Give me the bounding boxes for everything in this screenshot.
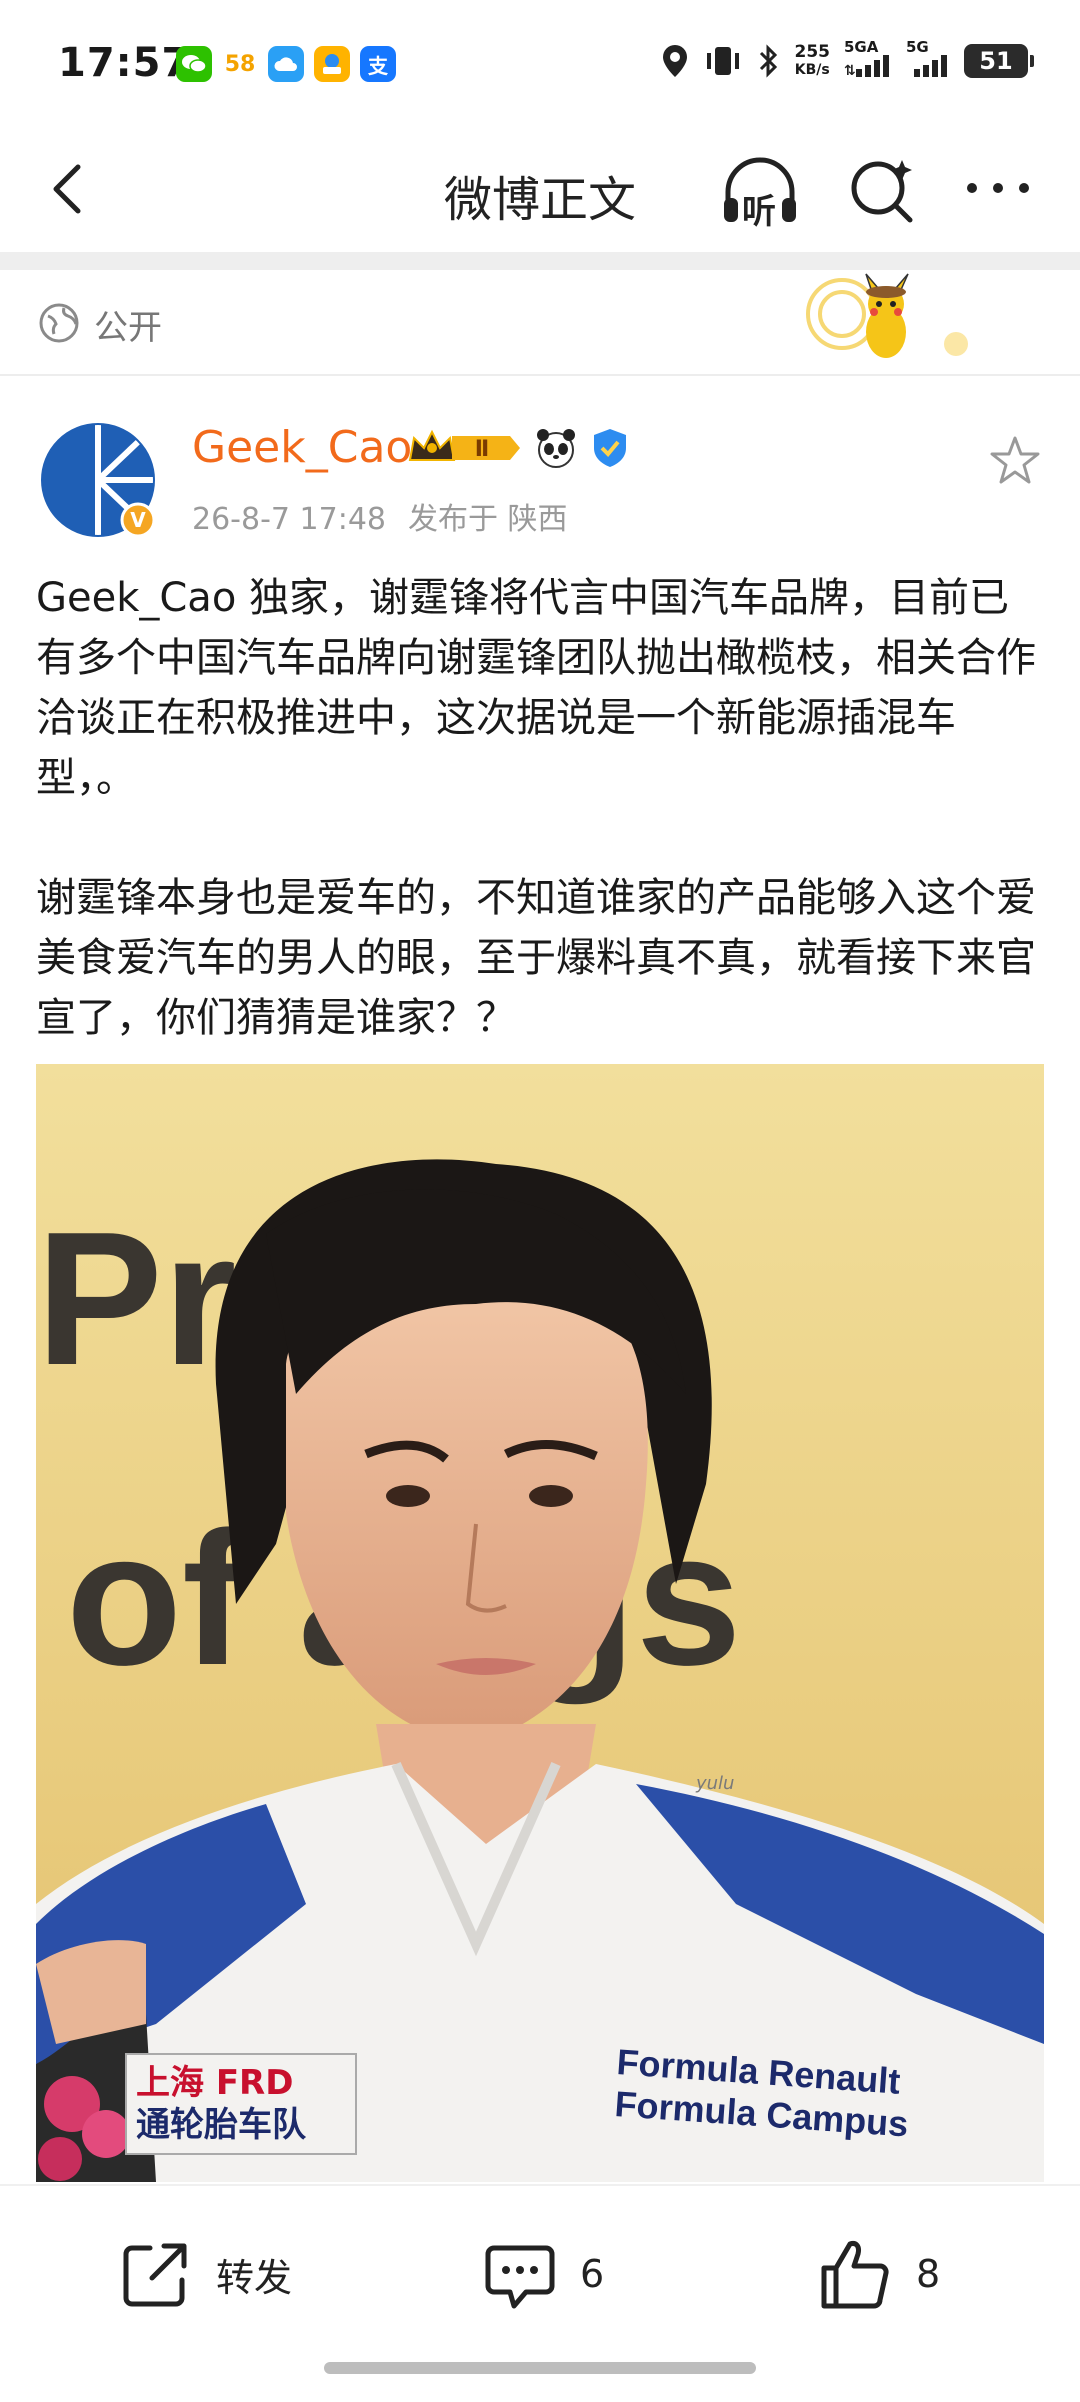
repost-label: 转发 [216, 2255, 293, 2300]
shop-app-icon [314, 46, 350, 82]
post-photo[interactable]: Pr Con of angs 上海 FRD 通轮胎车队 Formula Rena… [36, 1064, 1044, 2182]
post-meta: 26-8-7 17:48 发布于 陕西 [192, 494, 568, 538]
avatar-image: V [41, 423, 156, 538]
comment-icon [485, 2245, 555, 2309]
repost-button[interactable]: 转发 [116, 2234, 292, 2314]
post-location: 发布于 陕西 [408, 502, 568, 537]
signal-5g: 5G [906, 40, 950, 81]
favorite-star-icon[interactable] [988, 434, 1042, 488]
post-header: V Geek_Cao Ⅱ 26-8-7 17:48 发布于 陕西 [0, 374, 1080, 544]
status-system-icons: 255 KB/s 5GA ⇅ 5G 51 [661, 40, 1034, 81]
speed-unit: KB/s [794, 61, 830, 78]
wechat-icon [176, 46, 212, 82]
signal-bars-icon: ⇅ [844, 55, 889, 79]
post-time: 26-8-7 17:48 [192, 502, 386, 537]
verified-shield-badge-icon[interactable] [588, 426, 632, 470]
more-button[interactable] [962, 168, 1034, 208]
post-paragraph: 谢霆锋本身也是爱车的，不知道谁家的产品能够入这个爱美食爱汽车的男人的眼，至于爆料… [36, 875, 1036, 1041]
pikachu-sticker-icon [806, 273, 968, 358]
post-paragraph: Geek_Cao 独家，谢霆锋将代言中国汽车品牌，目前已有多个中国汽车品牌向谢霆… [36, 575, 1036, 801]
share-icon [123, 2243, 187, 2307]
signal-5g-label: 5G [906, 38, 929, 56]
level-badge-label: Ⅱ [475, 437, 490, 462]
sponsor-text-1: 上海 FRD [136, 2063, 293, 2103]
search-icon [851, 160, 913, 223]
alipay-icon: 支 [360, 46, 396, 82]
status-notification-icons: 58 支 [176, 46, 396, 82]
status-time: 17:57 [58, 40, 191, 86]
sponsor-text-2: 通轮胎车队 [136, 2105, 307, 2145]
58-app-icon: 58 [222, 46, 258, 82]
panda-badge-icon[interactable] [534, 426, 578, 470]
network-speed: 255 KB/s [795, 43, 831, 79]
signal-bars-icon [914, 55, 947, 77]
svg-text:⇅: ⇅ [844, 63, 856, 77]
search-button[interactable] [846, 154, 918, 226]
location-icon [662, 44, 687, 77]
signal-5ga: 5GA ⇅ [844, 40, 892, 81]
more-dots-icon [967, 183, 1029, 193]
home-indicator[interactable] [324, 2362, 756, 2374]
globe-icon [39, 303, 79, 343]
photo-watermark: yulu [695, 1773, 734, 1794]
battery-indicator: 51 [964, 43, 1034, 78]
bluetooth-icon [759, 43, 777, 78]
page-title: 微博正文 [443, 172, 636, 228]
comment-button[interactable]: 6 [480, 2234, 604, 2314]
author-name[interactable]: Geek_Cao [192, 422, 412, 473]
status-bar: 17:57 58 支 255 KB/s 5GA ⇅ 5G 51 [0, 0, 1080, 132]
cloud-app-icon [268, 46, 304, 82]
section-divider [0, 252, 1080, 270]
thumbs-up-icon [821, 2241, 889, 2309]
signal-5ga-label: 5GA [844, 38, 879, 56]
svg-text:V: V [130, 508, 146, 532]
author-badges: Ⅱ [406, 426, 632, 470]
like-count: 8 [916, 2252, 941, 2296]
listen-label: 听 [742, 192, 776, 232]
photo-illustration: Pr Con of angs 上海 FRD 通轮胎车队 Formula Rena… [36, 1064, 1044, 2182]
post-content: Geek_Cao 独家，谢霆锋将代言中国汽车品牌，目前已有多个中国汽车品牌向谢霆… [36, 568, 1046, 1048]
visibility-row: 公开 [0, 270, 1080, 376]
comment-count: 6 [580, 2252, 605, 2296]
nav-bar: 微博正文 听 [0, 132, 1080, 252]
avatar[interactable]: V [40, 422, 156, 538]
visibility-label: 公开 [94, 308, 162, 348]
listen-button[interactable]: 听 [718, 150, 802, 234]
vip-crown-badge-icon[interactable]: Ⅱ [406, 426, 524, 470]
like-button[interactable]: 8 [816, 2234, 940, 2314]
vibrate-icon [706, 46, 739, 75]
speed-value: 255 [794, 41, 831, 62]
